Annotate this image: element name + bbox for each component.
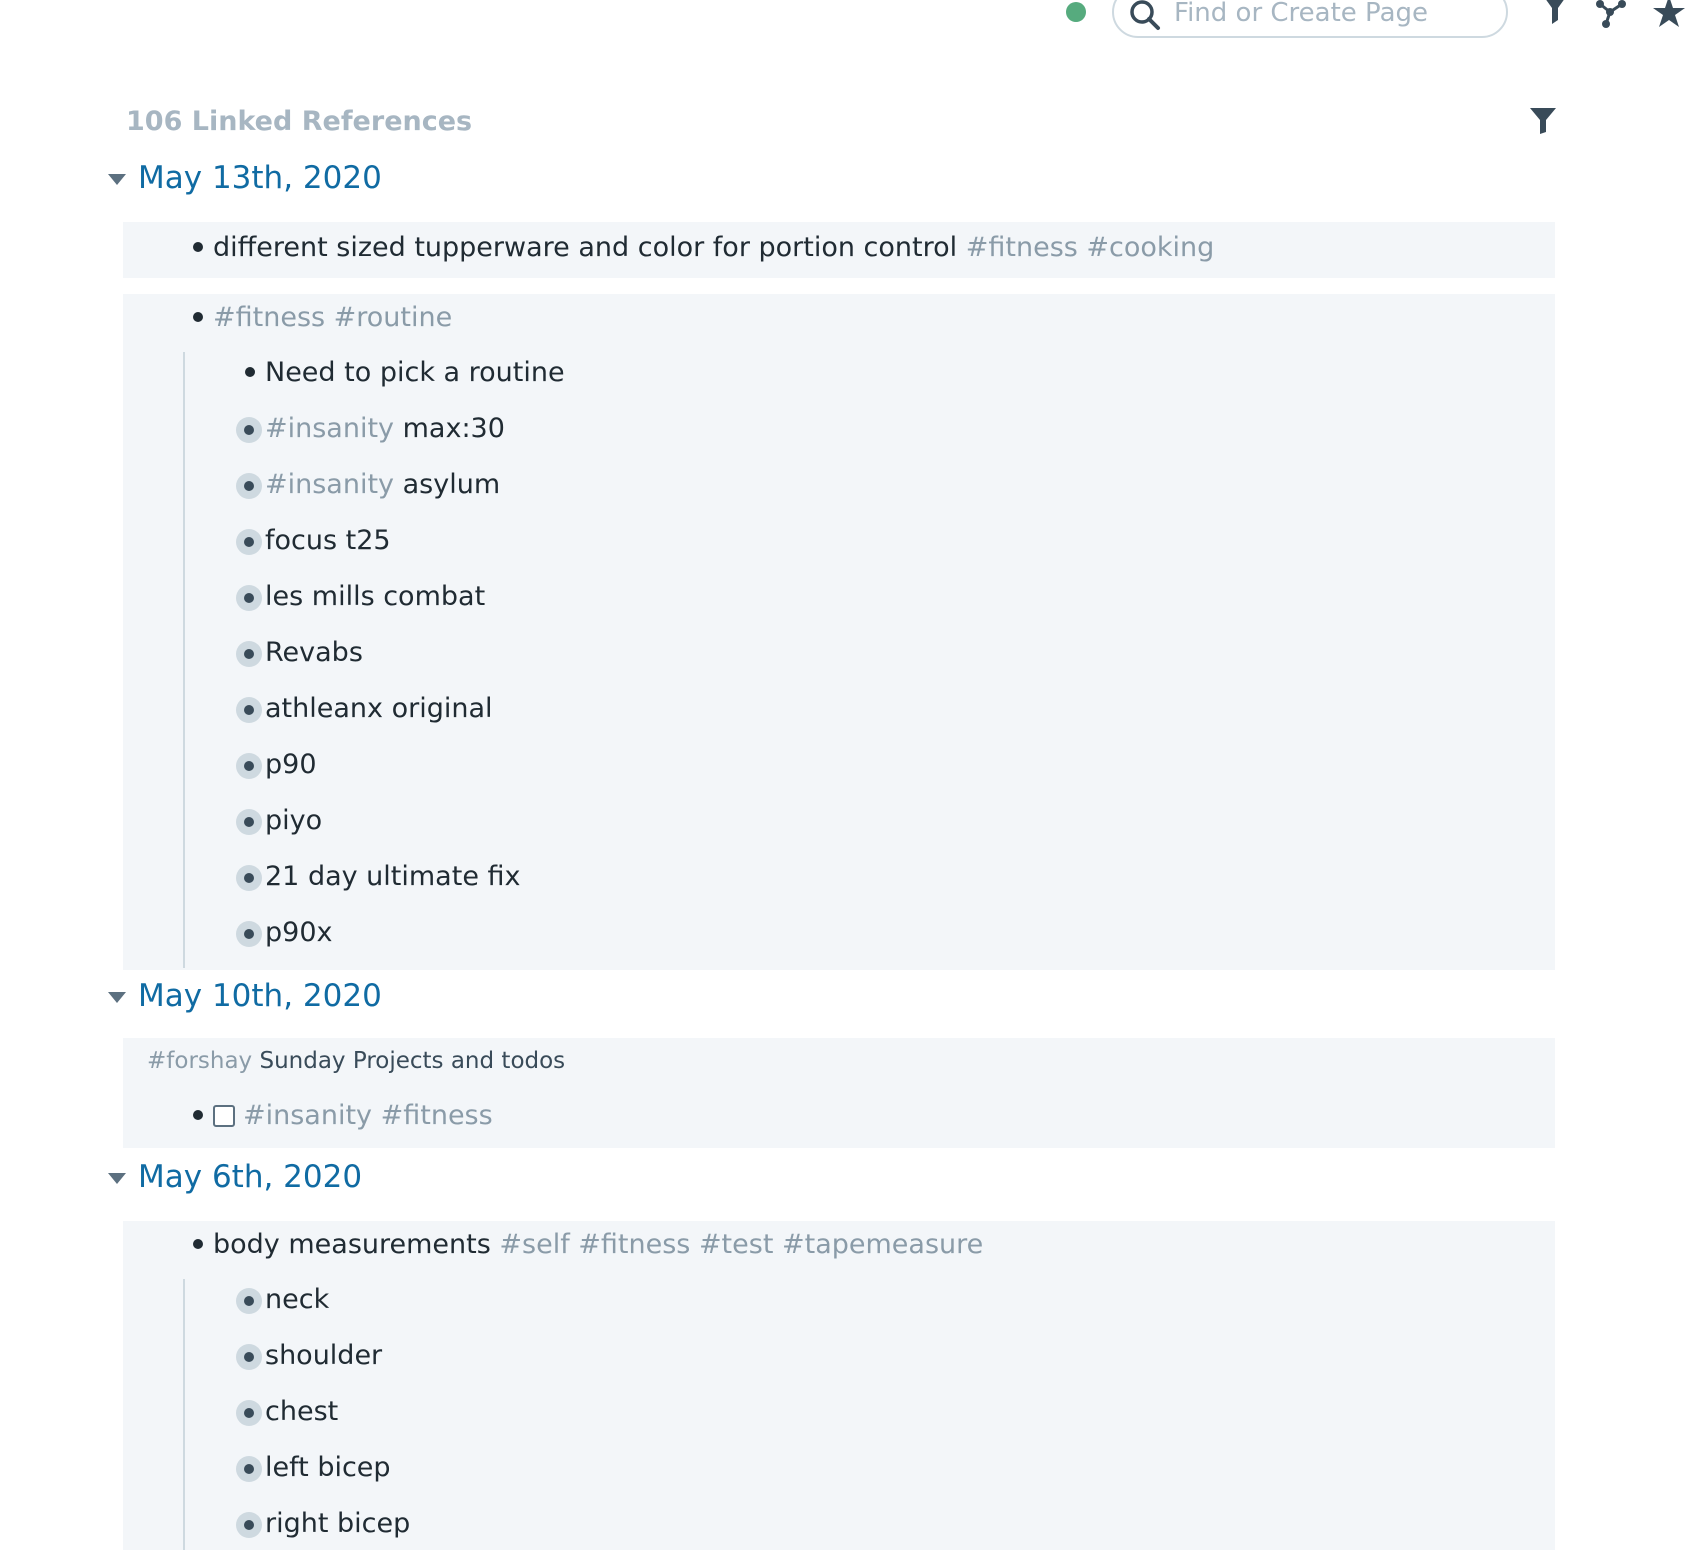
collapsed-bullet-icon[interactable]	[236, 1512, 262, 1538]
bullet-icon[interactable]	[193, 1239, 203, 1249]
child-tag[interactable]: #insanity	[265, 413, 394, 444]
search-placeholder[interactable]: Find or Create Page	[1174, 0, 1428, 28]
top-bar: Find or Create Page	[0, 0, 1696, 60]
child-line[interactable]: les mills combat	[236, 581, 486, 621]
block-line[interactable]: body measurements #self #fitness #test #…	[193, 1229, 983, 1269]
child-line[interactable]: Revabs	[236, 637, 363, 677]
block-tags[interactable]: #fitness #cooking	[966, 232, 1215, 263]
child-text: neck	[265, 1284, 330, 1315]
child-text: p90	[265, 749, 317, 780]
block-tags[interactable]: #insanity #fitness	[243, 1100, 493, 1131]
collapsed-bullet-icon[interactable]	[236, 697, 262, 723]
bullet-icon[interactable]	[193, 242, 203, 252]
child-line[interactable]: left bicep	[236, 1452, 391, 1492]
collapsed-bullet-icon[interactable]	[236, 473, 262, 499]
search-icon	[1130, 0, 1160, 30]
child-line[interactable]: p90x	[236, 917, 333, 957]
child-text: les mills combat	[265, 581, 486, 612]
child-line[interactable]: Need to pick a routine	[245, 357, 565, 397]
child-line[interactable]: #insanity asylum	[236, 469, 501, 509]
child-line[interactable]: 21 day ultimate fix	[236, 861, 521, 901]
collapsed-bullet-icon[interactable]	[236, 1344, 262, 1370]
block-line[interactable]: #fitness #routine	[193, 302, 452, 342]
child-line[interactable]: chest	[236, 1396, 339, 1436]
collapsed-bullet-icon[interactable]	[236, 865, 262, 891]
child-line[interactable]: right bicep	[236, 1508, 411, 1548]
block-text: different sized tupperware and color for…	[213, 232, 958, 263]
block-line[interactable]: different sized tupperware and color for…	[193, 232, 1215, 272]
filter-icon[interactable]	[1538, 0, 1572, 30]
breadcrumb-tag[interactable]: #forshay	[147, 1048, 252, 1074]
block-tags[interactable]: #self #fitness #test #tapemeasure	[499, 1229, 983, 1260]
bullet-icon[interactable]	[245, 367, 255, 377]
child-text: focus t25	[265, 525, 391, 556]
child-text: 21 day ultimate fix	[265, 861, 521, 892]
todo-checkbox[interactable]	[213, 1105, 235, 1127]
child-text: Revabs	[265, 637, 363, 668]
collapsed-bullet-icon[interactable]	[236, 585, 262, 611]
date-link[interactable]: May 6th, 2020	[138, 1159, 362, 1195]
child-text: athleanx original	[265, 693, 493, 724]
child-line[interactable]: piyo	[236, 805, 323, 845]
date-link[interactable]: May 13th, 2020	[138, 160, 382, 196]
graph-icon[interactable]	[1594, 0, 1628, 30]
reference-block[interactable]: different sized tupperware and color for…	[123, 222, 1555, 278]
bullet-icon[interactable]	[193, 1110, 203, 1120]
linked-references-title: 106 Linked References	[126, 106, 473, 137]
collapsed-bullet-icon[interactable]	[236, 1400, 262, 1426]
child-line[interactable]: neck	[236, 1284, 330, 1324]
reference-block[interactable]: #fitness #routine Need to pick a routine…	[123, 294, 1555, 970]
child-text: right bicep	[265, 1508, 411, 1539]
indent-guide	[183, 1279, 185, 1550]
child-text: chest	[265, 1396, 339, 1427]
breadcrumb[interactable]: #forshay Sunday Projects and todos	[147, 1048, 565, 1074]
sync-status-dot	[1066, 2, 1086, 22]
caret-down-icon[interactable]	[108, 992, 126, 1003]
child-text: Need to pick a routine	[265, 357, 565, 388]
star-icon[interactable]	[1652, 0, 1686, 30]
child-line[interactable]: shoulder	[236, 1340, 383, 1380]
block-text: body measurements	[213, 1229, 491, 1260]
collapsed-bullet-icon[interactable]	[236, 1288, 262, 1314]
reference-block[interactable]: body measurements #self #fitness #test #…	[123, 1221, 1555, 1550]
collapsed-bullet-icon[interactable]	[236, 753, 262, 779]
child-text: p90x	[265, 917, 333, 948]
search-box[interactable]: Find or Create Page	[1112, 0, 1508, 38]
block-tags[interactable]: #fitness #routine	[213, 302, 452, 333]
collapsed-bullet-icon[interactable]	[236, 529, 262, 555]
caret-down-icon[interactable]	[108, 1173, 126, 1184]
child-text: piyo	[265, 805, 323, 836]
filter-icon[interactable]	[1528, 106, 1558, 136]
bullet-icon[interactable]	[193, 312, 203, 322]
block-line[interactable]: #insanity #fitness	[193, 1100, 493, 1140]
child-text: left bicep	[265, 1452, 391, 1483]
child-text: asylum	[402, 469, 501, 500]
caret-down-icon[interactable]	[108, 174, 126, 185]
child-line[interactable]: #insanity max:30	[236, 413, 505, 453]
collapsed-bullet-icon[interactable]	[236, 417, 262, 443]
collapsed-bullet-icon[interactable]	[236, 809, 262, 835]
child-line[interactable]: p90	[236, 749, 317, 789]
child-tag[interactable]: #insanity	[265, 469, 394, 500]
child-text: shoulder	[265, 1340, 383, 1371]
breadcrumb-text[interactable]: Sunday Projects and todos	[259, 1048, 565, 1074]
child-line[interactable]: athleanx original	[236, 693, 493, 733]
reference-block[interactable]: #forshay Sunday Projects and todos #insa…	[123, 1038, 1555, 1148]
indent-guide	[183, 352, 185, 968]
collapsed-bullet-icon[interactable]	[236, 641, 262, 667]
collapsed-bullet-icon[interactable]	[236, 921, 262, 947]
child-text: max:30	[402, 413, 505, 444]
collapsed-bullet-icon[interactable]	[236, 1456, 262, 1482]
child-line[interactable]: focus t25	[236, 525, 391, 565]
date-link[interactable]: May 10th, 2020	[138, 978, 382, 1014]
